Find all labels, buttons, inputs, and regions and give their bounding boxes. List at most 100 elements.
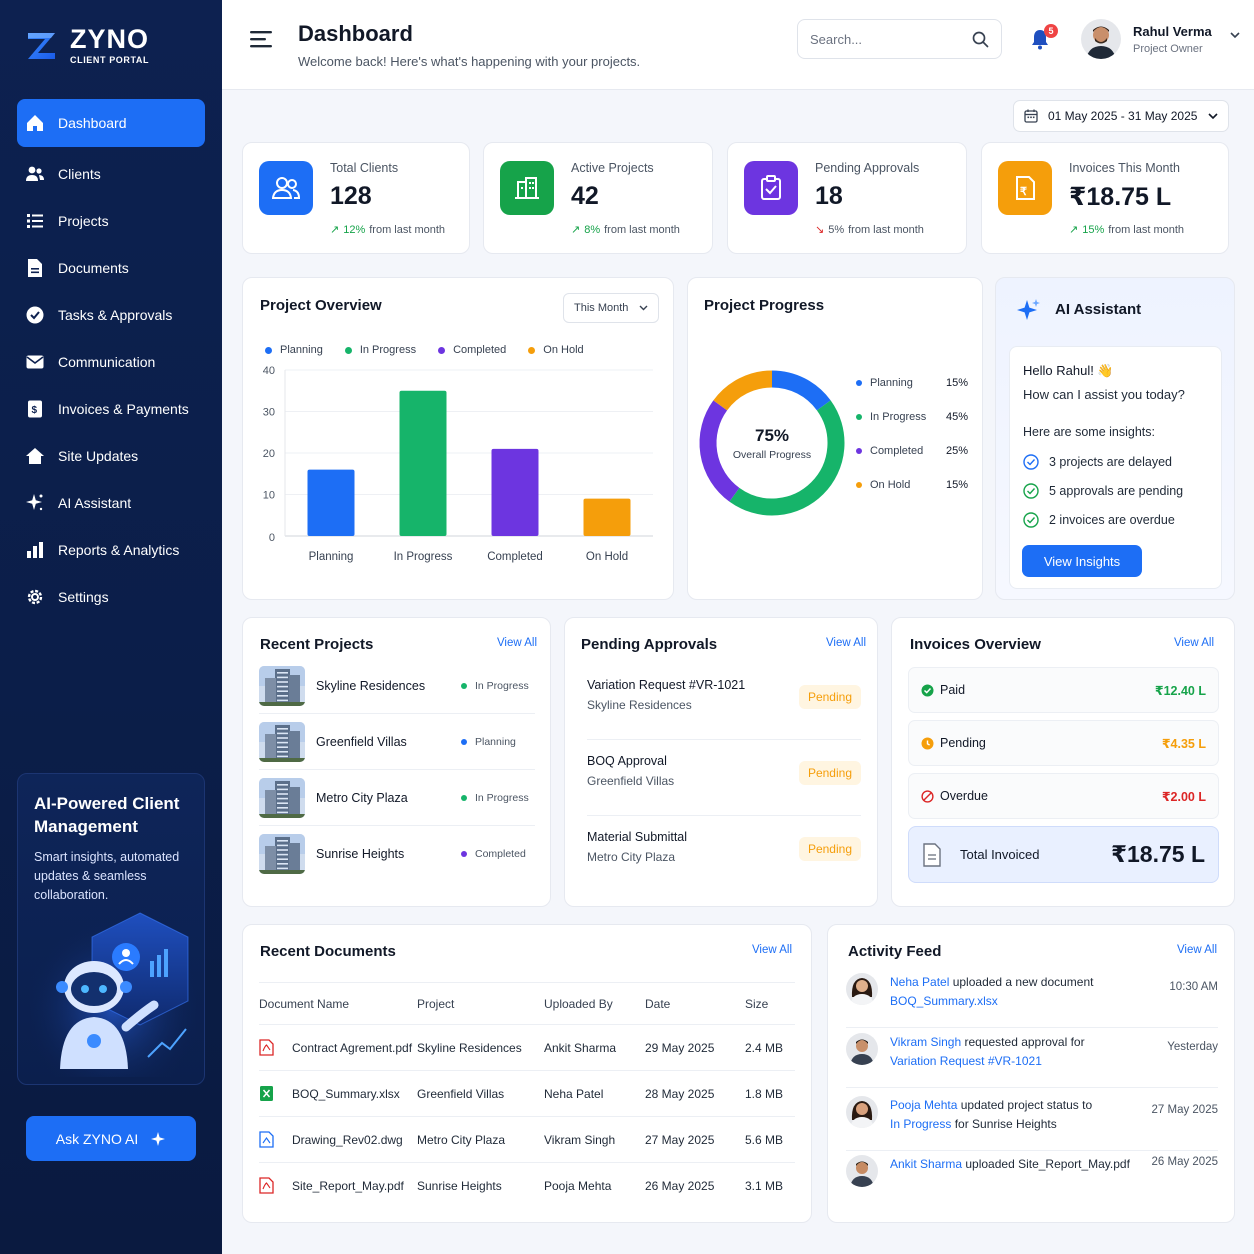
list-item[interactable]: Vikram Singh requested approval for Varia… [846, 1033, 1218, 1088]
avatar [846, 1155, 878, 1187]
sidebar-item-ai-assistant[interactable]: AI Assistant [17, 479, 205, 526]
bar-in-progress[interactable] [399, 390, 447, 536]
status-badge: Planning [461, 736, 516, 748]
menu-toggle-icon[interactable] [250, 30, 272, 51]
date-range-picker[interactable]: 01 May 2025 - 31 May 2025 [1013, 100, 1229, 132]
ai-promo-card: AI-Powered Client Management Smart insig… [17, 773, 205, 1085]
check-circle-icon [1023, 483, 1039, 499]
sidebar-item-invoices-payments[interactable]: $ Invoices & Payments [17, 385, 205, 432]
project-thumbnail [259, 721, 305, 762]
pdf-file-icon [259, 1177, 283, 1194]
legend-value: 15% [945, 377, 968, 389]
activity-target-link[interactable]: Variation Request #VR-1021 [890, 1054, 1042, 1068]
list-item[interactable]: Variation Request #VR-1021 Skyline Reside… [587, 678, 861, 740]
activity-user-link[interactable]: Ankit Sharma [890, 1157, 962, 1171]
stat-card-total-clients[interactable]: Total Clients 128 ↗ 12% from last month [242, 142, 470, 254]
activity-user-link[interactable]: Neha Patel [890, 975, 949, 989]
activity-target-link[interactable]: In Progress [890, 1117, 951, 1131]
activity-text-after: for Sunrise Heights [951, 1117, 1057, 1131]
ask-zyno-ai-button[interactable]: Ask ZYNO AI [26, 1116, 196, 1161]
list-item[interactable]: Skyline Residences In Progress [259, 658, 535, 714]
legend-swatch [344, 346, 352, 354]
view-all-link[interactable]: View All [752, 944, 792, 956]
list-item[interactable]: Metro City Plaza In Progress [259, 770, 535, 826]
stat-card-pending-approvals[interactable]: Pending Approvals 18 ↘ 5% from last month [727, 142, 967, 254]
column-header[interactable]: Date [645, 982, 745, 1025]
notifications-button[interactable]: 5 [1030, 24, 1058, 53]
view-all-link[interactable]: View All [497, 637, 537, 649]
invoice-row-overdue[interactable]: Overdue ₹2.00 L [908, 773, 1219, 819]
document-name-cell: Contract Agrement.pdf [259, 1024, 417, 1071]
user-menu[interactable]: Rahul Verma Project Owner [1081, 19, 1240, 59]
sidebar-item-projects[interactable]: Projects [17, 197, 205, 244]
sidebar-item-documents[interactable]: Documents [17, 244, 205, 291]
sidebar-item-site-updates[interactable]: Site Updates [17, 432, 205, 479]
sidebar-item-clients[interactable]: Clients [17, 150, 205, 197]
sidebar-item-dashboard[interactable]: Dashboard [17, 99, 205, 147]
dwg-file-icon [259, 1131, 283, 1148]
stat-delta: ↗ 15% from last month [1069, 223, 1184, 237]
column-header[interactable]: Document Name [259, 982, 417, 1025]
building-icon [500, 161, 554, 215]
invoice-status-label: Paid [940, 683, 966, 697]
bar-planning[interactable] [307, 469, 355, 536]
activity-time: 27 May 2025 [1151, 1104, 1219, 1116]
list-item[interactable]: Neha Patel uploaded a new document BOQ_Su… [846, 973, 1218, 1028]
sidebar-item-reports-analytics[interactable]: Reports & Analytics [17, 526, 205, 573]
document-name[interactable]: Contract Agrement.pdf [292, 1041, 412, 1055]
activity-target-link[interactable]: BOQ_Summary.xlsx [890, 994, 998, 1008]
project-thumbnail [259, 777, 305, 818]
document-name[interactable]: Site_Report_May.pdf [292, 1179, 404, 1193]
table-row[interactable]: Contract Agrement.pdf Skyline Residences A… [259, 1024, 795, 1071]
list-item[interactable]: Sunrise Heights Completed [259, 826, 535, 882]
view-all-link[interactable]: View All [1174, 637, 1214, 649]
invoice-row-pending[interactable]: Pending ₹4.35 L [908, 720, 1219, 766]
sidebar-item-settings[interactable]: Settings [17, 573, 205, 620]
activity-user-link[interactable]: Vikram Singh [890, 1035, 961, 1049]
list-item[interactable]: Ankit Sharma uploaded Site_Report_May.pd… [846, 1155, 1218, 1195]
view-all-link[interactable]: View All [1177, 944, 1217, 956]
card-title: Recent Documents [260, 943, 396, 960]
invoice-row-paid[interactable]: Paid ₹12.40 L [908, 667, 1219, 713]
table-row[interactable]: Site_Report_May.pdf Sunrise Heights Pooja … [259, 1163, 795, 1209]
column-header[interactable]: Size [745, 982, 795, 1025]
table-row[interactable]: Drawing_Rev02.dwg Metro City Plaza Vikram … [259, 1116, 795, 1163]
sidebar: ZYNO CLIENT PORTAL Dashboard Clients Proje… [0, 0, 222, 1254]
stat-card-invoices[interactable]: ₹ Invoices This Month ₹18.75 L ↗ 15% from … [981, 142, 1229, 254]
x-tick-label: Planning [309, 551, 354, 563]
card-title: Project Progress [704, 297, 825, 314]
activity-description: Neha Patel uploaded a new document BOQ_Su… [890, 973, 1135, 1011]
column-header[interactable]: Project [417, 982, 544, 1025]
search-input[interactable] [810, 31, 960, 47]
period-select[interactable]: This Month [563, 293, 659, 323]
bar-on-hold[interactable] [583, 498, 631, 536]
stat-card-active-projects[interactable]: Active Projects 42 ↗ 8% from last month [483, 142, 713, 254]
list-item[interactable]: Pooja Mehta updated project status to In … [846, 1096, 1218, 1151]
list-item[interactable]: Greenfield Villas Planning [259, 714, 535, 770]
column-header[interactable]: Uploaded By [544, 982, 645, 1025]
card-title: Invoices Overview [910, 636, 1041, 653]
stat-label: Total Clients [330, 161, 399, 175]
zyno-logo-icon [24, 28, 60, 64]
activity-description: Ankit Sharma uploaded Site_Report_May.pd… [890, 1155, 1135, 1174]
table-row[interactable]: BOQ_Summary.xlsx Greenfield Villas Neha Pa… [259, 1070, 795, 1117]
document-name[interactable]: Drawing_Rev02.dwg [292, 1133, 403, 1147]
view-all-link[interactable]: View All [826, 637, 866, 649]
search-icon[interactable] [972, 31, 989, 48]
xlsx-file-icon [259, 1085, 283, 1102]
bar-completed[interactable] [491, 448, 539, 536]
sidebar-item-tasks-approvals[interactable]: Tasks & Approvals [17, 291, 205, 338]
brand-name: ZYNO [70, 24, 150, 54]
document-name[interactable]: BOQ_Summary.xlsx [292, 1087, 400, 1101]
sidebar-item-communication[interactable]: Communication [17, 338, 205, 385]
status-text: Planning [475, 735, 516, 748]
list-item[interactable]: Material Submittal Metro City Plaza Pendin… [587, 830, 861, 892]
date-range-text: 01 May 2025 - 31 May 2025 [1048, 109, 1198, 123]
invoices-overview-card: Invoices Overview View All Paid ₹12.40 LP… [891, 617, 1235, 907]
brand-logo[interactable]: ZYNO CLIENT PORTAL [24, 26, 149, 65]
list-item[interactable]: BOQ Approval Greenfield Villas Pending [587, 754, 861, 816]
avatar [846, 973, 878, 1005]
view-insights-button[interactable]: View Insights [1022, 545, 1142, 577]
activity-user-link[interactable]: Pooja Mehta [890, 1098, 957, 1112]
trend-down-icon: ↘ [815, 224, 825, 236]
